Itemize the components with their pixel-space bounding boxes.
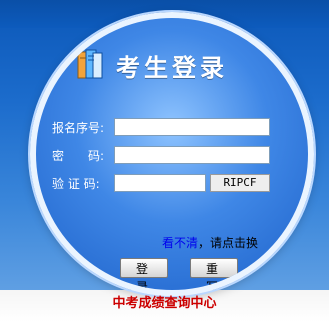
book-icon [77,49,103,79]
corner-logo-text: 录 [0,0,26,18]
panel-title: 考生登录 [116,53,228,82]
captcha-input[interactable] [114,174,206,192]
panel-header: 考生登录 [76,44,276,90]
password-row: 密 码: [52,146,292,166]
login-page: 录 考生登录 报名序号: 密 码: 验 证 码: RIPCF 看不清，请点击换 … [0,0,329,322]
captcha-refresh-text-continued: 一个 [52,259,77,273]
reset-button[interactable]: 重 写 [190,258,238,290]
captcha-row: 验 证 码: RIPCF [52,174,292,194]
login-button[interactable]: 登 录 [120,258,168,290]
captcha-image[interactable]: RIPCF [210,174,270,192]
footer-text: 中考成绩查询中心 [112,296,217,311]
password-input[interactable] [114,146,270,164]
login-panel: 考生登录 报名序号: 密 码: 验 证 码: RIPCF 看不清，请点击换 一个… [30,12,314,296]
exam-number-label: 报名序号: [52,121,105,135]
captcha-label: 验 证 码: [52,177,100,191]
captcha-refresh-link[interactable]: 看不清 [162,236,198,250]
captcha-refresh-text: ，请点击换 [198,236,259,250]
password-label: 密 码: [52,149,105,163]
captcha-refresh-hint: 看不清，请点击换 [162,234,302,252]
exam-number-row: 报名序号: [52,118,292,138]
exam-number-input[interactable] [114,118,270,136]
